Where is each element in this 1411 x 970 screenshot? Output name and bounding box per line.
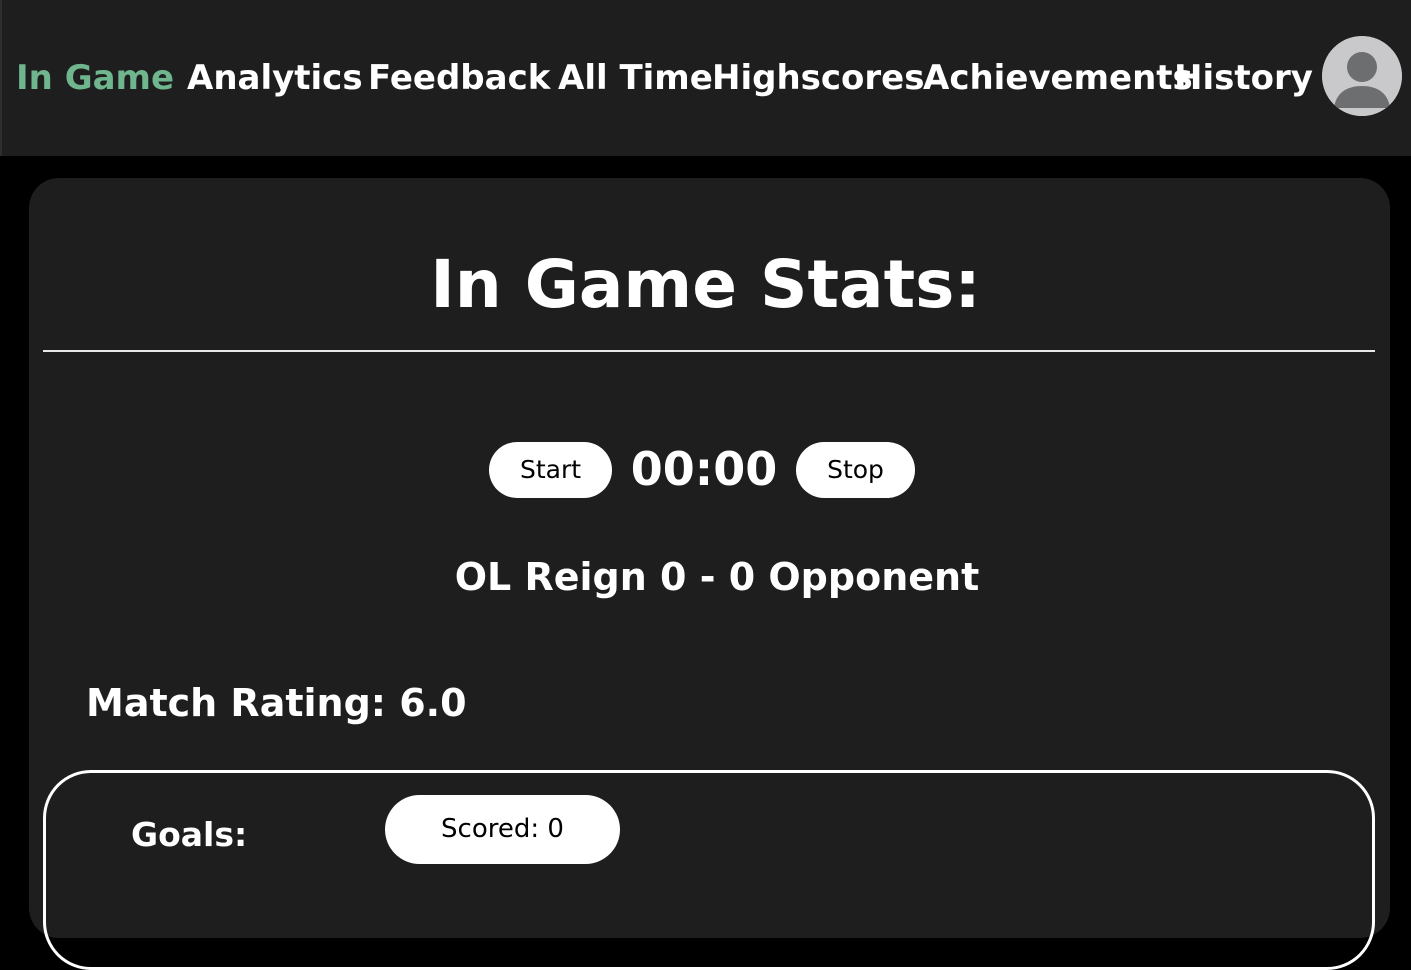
top-navbar: In Game Analytics Feedback All Time High… [0,0,1411,156]
goals-label: Goals: [131,815,248,854]
match-timer: 00:00 [630,442,778,496]
nav-item-achievements[interactable]: Achievements [923,54,1193,102]
nav-item-analytics[interactable]: Analytics [187,54,363,102]
nav-item-history[interactable]: History [1174,54,1313,102]
user-avatar-button[interactable] [1322,36,1402,116]
stop-button[interactable]: Stop [796,442,915,498]
goals-card [43,770,1375,970]
nav-item-in-game[interactable]: In Game [16,54,174,102]
goals-scored-button[interactable]: Scored: 0 [385,795,620,864]
user-avatar-icon [1322,36,1402,116]
nav-item-all-time[interactable]: All Time [558,54,713,102]
nav-item-feedback[interactable]: Feedback [368,54,550,102]
scoreline: OL Reign 0 - 0 Opponent [454,555,980,599]
page-title: In Game Stats: [430,246,981,323]
match-rating: Match Rating: 6.0 [86,681,467,725]
nav-item-highscores[interactable]: Highscores [712,54,924,102]
start-button[interactable]: Start [489,442,612,498]
title-divider [43,350,1375,352]
